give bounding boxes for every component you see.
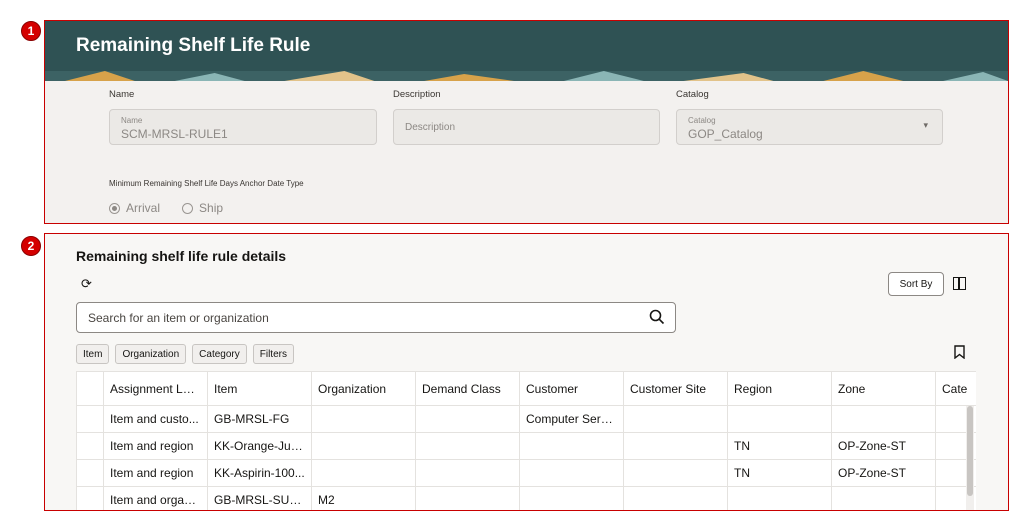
table-cell <box>519 459 624 487</box>
name-field[interactable]: Name SCM-MRSL-RULE1 <box>109 109 377 145</box>
table-row[interactable]: Item and organi... GB-MRSL-SUB... M2 <box>76 486 976 510</box>
table-scrollbar-thumb[interactable] <box>967 406 973 496</box>
anchor-date-label: Minimum Remaining Shelf Life Days Anchor… <box>109 179 304 188</box>
table-cell <box>519 486 624 510</box>
radio-arrival[interactable]: Arrival <box>109 201 160 215</box>
callout-2: 2 <box>21 236 41 256</box>
table-cell: OP-Zone-ST <box>831 432 936 460</box>
catalog-select[interactable]: Catalog GOP_Catalog ▾ <box>676 109 943 145</box>
description-label: Description <box>393 89 441 100</box>
table-cell <box>727 405 832 433</box>
catalog-label: Catalog <box>676 89 709 100</box>
table-cell <box>831 486 936 510</box>
section-title: Remaining shelf life rule details <box>76 248 287 264</box>
table-cell: Computer Servi... <box>519 405 624 433</box>
table-cell: TN <box>727 432 832 460</box>
table-cell <box>76 459 104 487</box>
table-cell: GB-MRSL-SUB... <box>207 486 312 510</box>
table-cell: OP-Zone-ST <box>831 459 936 487</box>
page-title: Remaining Shelf Life Rule <box>76 35 311 56</box>
table-cell <box>623 486 728 510</box>
radio-ship[interactable]: Ship <box>182 201 223 215</box>
table-cell <box>311 432 416 460</box>
column-header <box>76 371 104 406</box>
column-header[interactable]: Demand Class <box>415 371 520 406</box>
table-cell: KK-Aspirin-100... <box>207 459 312 487</box>
chip-organization[interactable]: Organization <box>115 344 187 364</box>
table-cell <box>415 459 520 487</box>
table-cell <box>311 459 416 487</box>
catalog-inner-label: Catalog <box>688 116 716 125</box>
column-header[interactable]: Assignment Level <box>103 371 208 406</box>
table-cell <box>519 432 624 460</box>
column-header[interactable]: Region <box>727 371 832 406</box>
table-cell: Item and region <box>103 459 208 487</box>
radio-checked-icon <box>109 202 120 214</box>
table-cell: Item and organi... <box>103 486 208 510</box>
name-inner-label: Name <box>121 116 143 125</box>
table-cell <box>727 486 832 510</box>
table-cell: KK-Orange-Juic... <box>207 432 312 460</box>
description-placeholder: Description <box>405 122 456 133</box>
table-cell <box>76 486 104 510</box>
table-cell: Item and region <box>103 432 208 460</box>
table-cell <box>831 405 936 433</box>
description-field[interactable]: Description <box>393 109 660 145</box>
table-cell <box>623 405 728 433</box>
table-row[interactable]: Item and custo... GB-MRSL-FG Computer Se… <box>76 405 976 433</box>
table-cell <box>76 432 104 460</box>
table-row[interactable]: Item and region KK-Aspirin-100... TN OP-… <box>76 459 976 487</box>
table-cell: M2 <box>311 486 416 510</box>
table-cell: TN <box>727 459 832 487</box>
filter-chips: Item Organization Category Filters <box>76 344 300 364</box>
table-cell <box>415 432 520 460</box>
table-header-row: Assignment Level Item Organization Deman… <box>76 371 976 406</box>
table-cell: Item and custo... <box>103 405 208 433</box>
rules-table: Assignment Level Item Organization Deman… <box>76 371 976 510</box>
radio-unchecked-icon <box>182 202 194 214</box>
table-cell <box>623 459 728 487</box>
radio-ship-label: Ship <box>199 201 224 215</box>
page-header: Remaining Shelf Life Rule <box>45 21 1008 81</box>
name-value: SCM-MRSL-RULE1 <box>121 127 228 141</box>
chip-filters[interactable]: Filters <box>252 344 294 364</box>
table-cell: GB-MRSL-FG <box>207 405 312 433</box>
catalog-value: GOP_Catalog <box>688 127 763 141</box>
chevron-down-icon: ▾ <box>923 120 928 130</box>
table-row[interactable]: Item and region KK-Orange-Juic... TN OP-… <box>76 432 976 460</box>
search-input[interactable]: Search for an item or organization <box>76 302 676 333</box>
table-cell <box>415 405 520 433</box>
search-icon[interactable] <box>648 308 666 326</box>
header-decoration <box>45 71 1008 81</box>
bookmark-icon[interactable] <box>954 345 965 359</box>
sort-by-button[interactable]: Sort By <box>888 272 944 296</box>
column-header[interactable]: Cate <box>935 371 976 406</box>
table-cell <box>415 486 520 510</box>
column-header[interactable]: Organization <box>311 371 416 406</box>
refresh-icon[interactable]: ⟳ <box>81 276 92 292</box>
column-header[interactable]: Customer <box>519 371 624 406</box>
table-cell <box>311 405 416 433</box>
column-header[interactable]: Zone <box>831 371 936 406</box>
search-placeholder: Search for an item or organization <box>88 311 269 325</box>
name-label: Name <box>109 89 135 100</box>
details-panel: Remaining shelf life rule details ⟳ Sort… <box>44 233 1009 511</box>
column-header[interactable]: Customer Site <box>623 371 728 406</box>
rule-panel: Remaining Shelf Life Rule Name Name SCM-… <box>44 20 1009 224</box>
table-cell <box>623 432 728 460</box>
anchor-date-radio-group: Arrival Ship <box>109 201 245 215</box>
column-header[interactable]: Item <box>207 371 312 406</box>
chip-category[interactable]: Category <box>192 344 247 364</box>
radio-arrival-label: Arrival <box>126 201 161 215</box>
chip-item[interactable]: Item <box>76 344 110 364</box>
callout-1: 1 <box>21 21 41 41</box>
columns-icon[interactable] <box>953 277 966 290</box>
table-cell <box>76 405 104 433</box>
